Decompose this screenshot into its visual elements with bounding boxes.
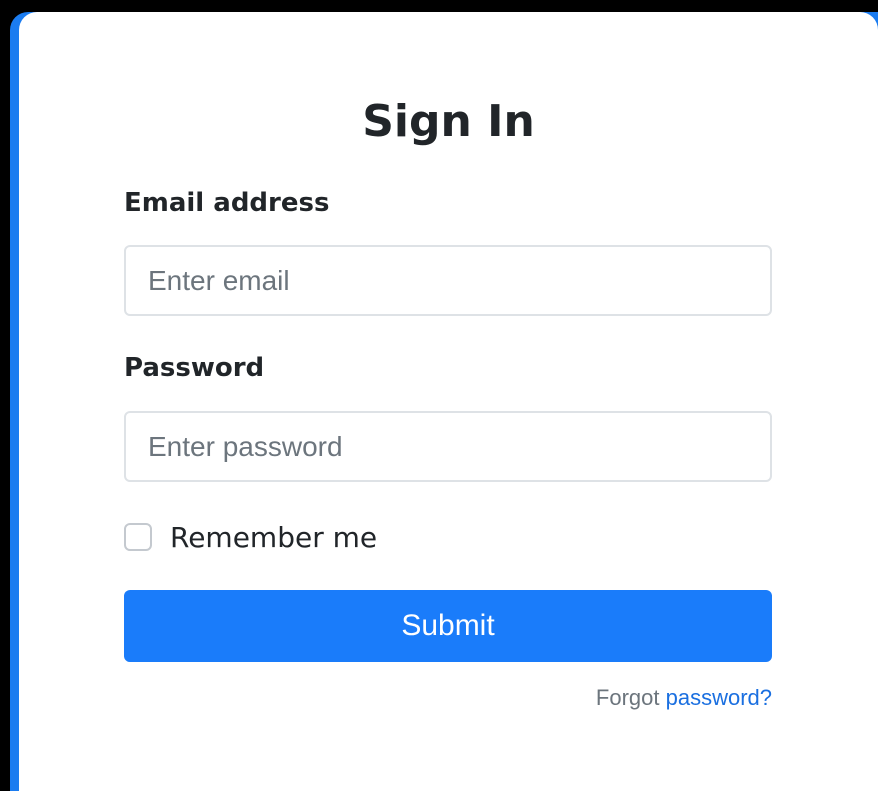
password-label: Password: [124, 353, 265, 383]
page-title: Sign In: [362, 96, 535, 147]
submit-button[interactable]: Submit: [124, 590, 772, 662]
sign-in-card: Sign In Email address Password Remember …: [19, 12, 878, 791]
password-field[interactable]: [124, 411, 772, 482]
email-field[interactable]: [124, 245, 772, 316]
remember-me-checkbox[interactable]: [124, 523, 152, 551]
remember-me-row: Remember me: [124, 517, 377, 557]
remember-me-label: Remember me: [170, 520, 378, 554]
forgot-password-link[interactable]: password?: [666, 685, 772, 710]
email-label: Email address: [124, 188, 330, 218]
window-frame: Sign In Email address Password Remember …: [0, 0, 878, 791]
forgot-password-row: Forgot password?: [596, 685, 772, 711]
forgot-prefix: Forgot: [595, 685, 660, 710]
